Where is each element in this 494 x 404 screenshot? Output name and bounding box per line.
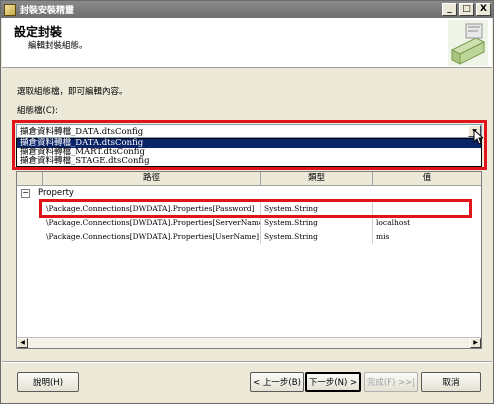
back-button[interactable]: < 上一步(B) (250, 372, 304, 392)
config-combobox-value: 擷倉資料轉檔_DATA.dtsConfig (20, 127, 144, 137)
config-file-combobox[interactable]: 擷倉資料轉檔_DATA.dtsConfig ▼ (16, 124, 482, 138)
column-header-value[interactable]: 值 (373, 172, 481, 186)
horizontal-scrollbar[interactable]: ◀ ▶ (17, 337, 481, 348)
finish-button[interactable]: 完成(F) >>| (364, 372, 418, 392)
grid-corner-cell (17, 172, 43, 186)
wizard-header: 設定封裝 編輯封裝組態。 (2, 18, 492, 68)
footer-separator (2, 361, 492, 363)
maximize-button[interactable]: □ (459, 3, 474, 16)
scroll-left-icon[interactable]: ◀ (17, 338, 28, 348)
config-label: 組態檔(C): (17, 106, 58, 116)
help-button[interactable]: 說明(H) (17, 372, 79, 392)
minimize-button[interactable]: _ (442, 3, 457, 16)
page-subtitle: 編輯封裝組態。 (28, 41, 88, 51)
group-label: Property (38, 188, 74, 198)
property-grid[interactable]: 路徑 類型 值 − Property \Package.Connections[… (16, 171, 482, 349)
title-bar[interactable]: 封裝安裝精靈 _ □ X (1, 1, 493, 18)
row-value[interactable] (373, 202, 481, 216)
column-header-path[interactable]: 路徑 (43, 172, 261, 186)
wizard-banner-icon (448, 20, 488, 66)
page-title: 設定封裝 (14, 25, 63, 39)
close-button[interactable]: X (476, 3, 491, 16)
group-row-property[interactable]: − Property (17, 187, 481, 199)
row-value[interactable]: mis (373, 230, 481, 244)
column-header-type[interactable]: 類型 (261, 172, 373, 186)
window-title: 封裝安裝精靈 (20, 6, 75, 16)
row-value[interactable]: localhost (373, 216, 481, 230)
row-path: \Package.Connections[DWDATA].Properties[… (43, 202, 261, 216)
wizard-window: 封裝安裝精靈 _ □ X 設定封裝 編輯封裝組態。 選取組態檔，即可編輯內容。 … (0, 0, 494, 404)
collapse-icon[interactable]: − (21, 188, 30, 198)
table-row[interactable]: \Package.Connections[DWDATA].Properties[… (17, 230, 481, 244)
mouse-pointer-icon (473, 129, 483, 145)
row-path: \Package.Connections[DWDATA].Properties[… (43, 216, 261, 230)
table-row[interactable]: \Package.Connections[DWDATA].Properties[… (17, 216, 481, 230)
instruction-text: 選取組態檔，即可編輯內容。 (17, 87, 128, 97)
table-row[interactable]: \Package.Connections[DWDATA].Properties[… (17, 202, 481, 216)
row-path: \Package.Connections[DWDATA].Properties[… (43, 230, 261, 244)
config-option[interactable]: 擷倉資料轉檔_STAGE.dtsConfig (17, 157, 481, 166)
scroll-right-icon[interactable]: ▶ (470, 338, 481, 348)
wizard-app-icon (4, 3, 16, 16)
config-dropdown-list[interactable]: 擷倉資料轉檔_DATA.dtsConfig 擷倉資料轉檔_MART.dtsCon… (16, 138, 482, 167)
row-type: System.String (261, 216, 373, 230)
row-type: System.String (261, 230, 373, 244)
next-button[interactable]: 下一步(N) > (305, 372, 361, 392)
grid-header: 路徑 類型 值 (17, 172, 481, 186)
row-type: System.String (261, 202, 373, 216)
cancel-button[interactable]: 取消 (421, 372, 481, 392)
